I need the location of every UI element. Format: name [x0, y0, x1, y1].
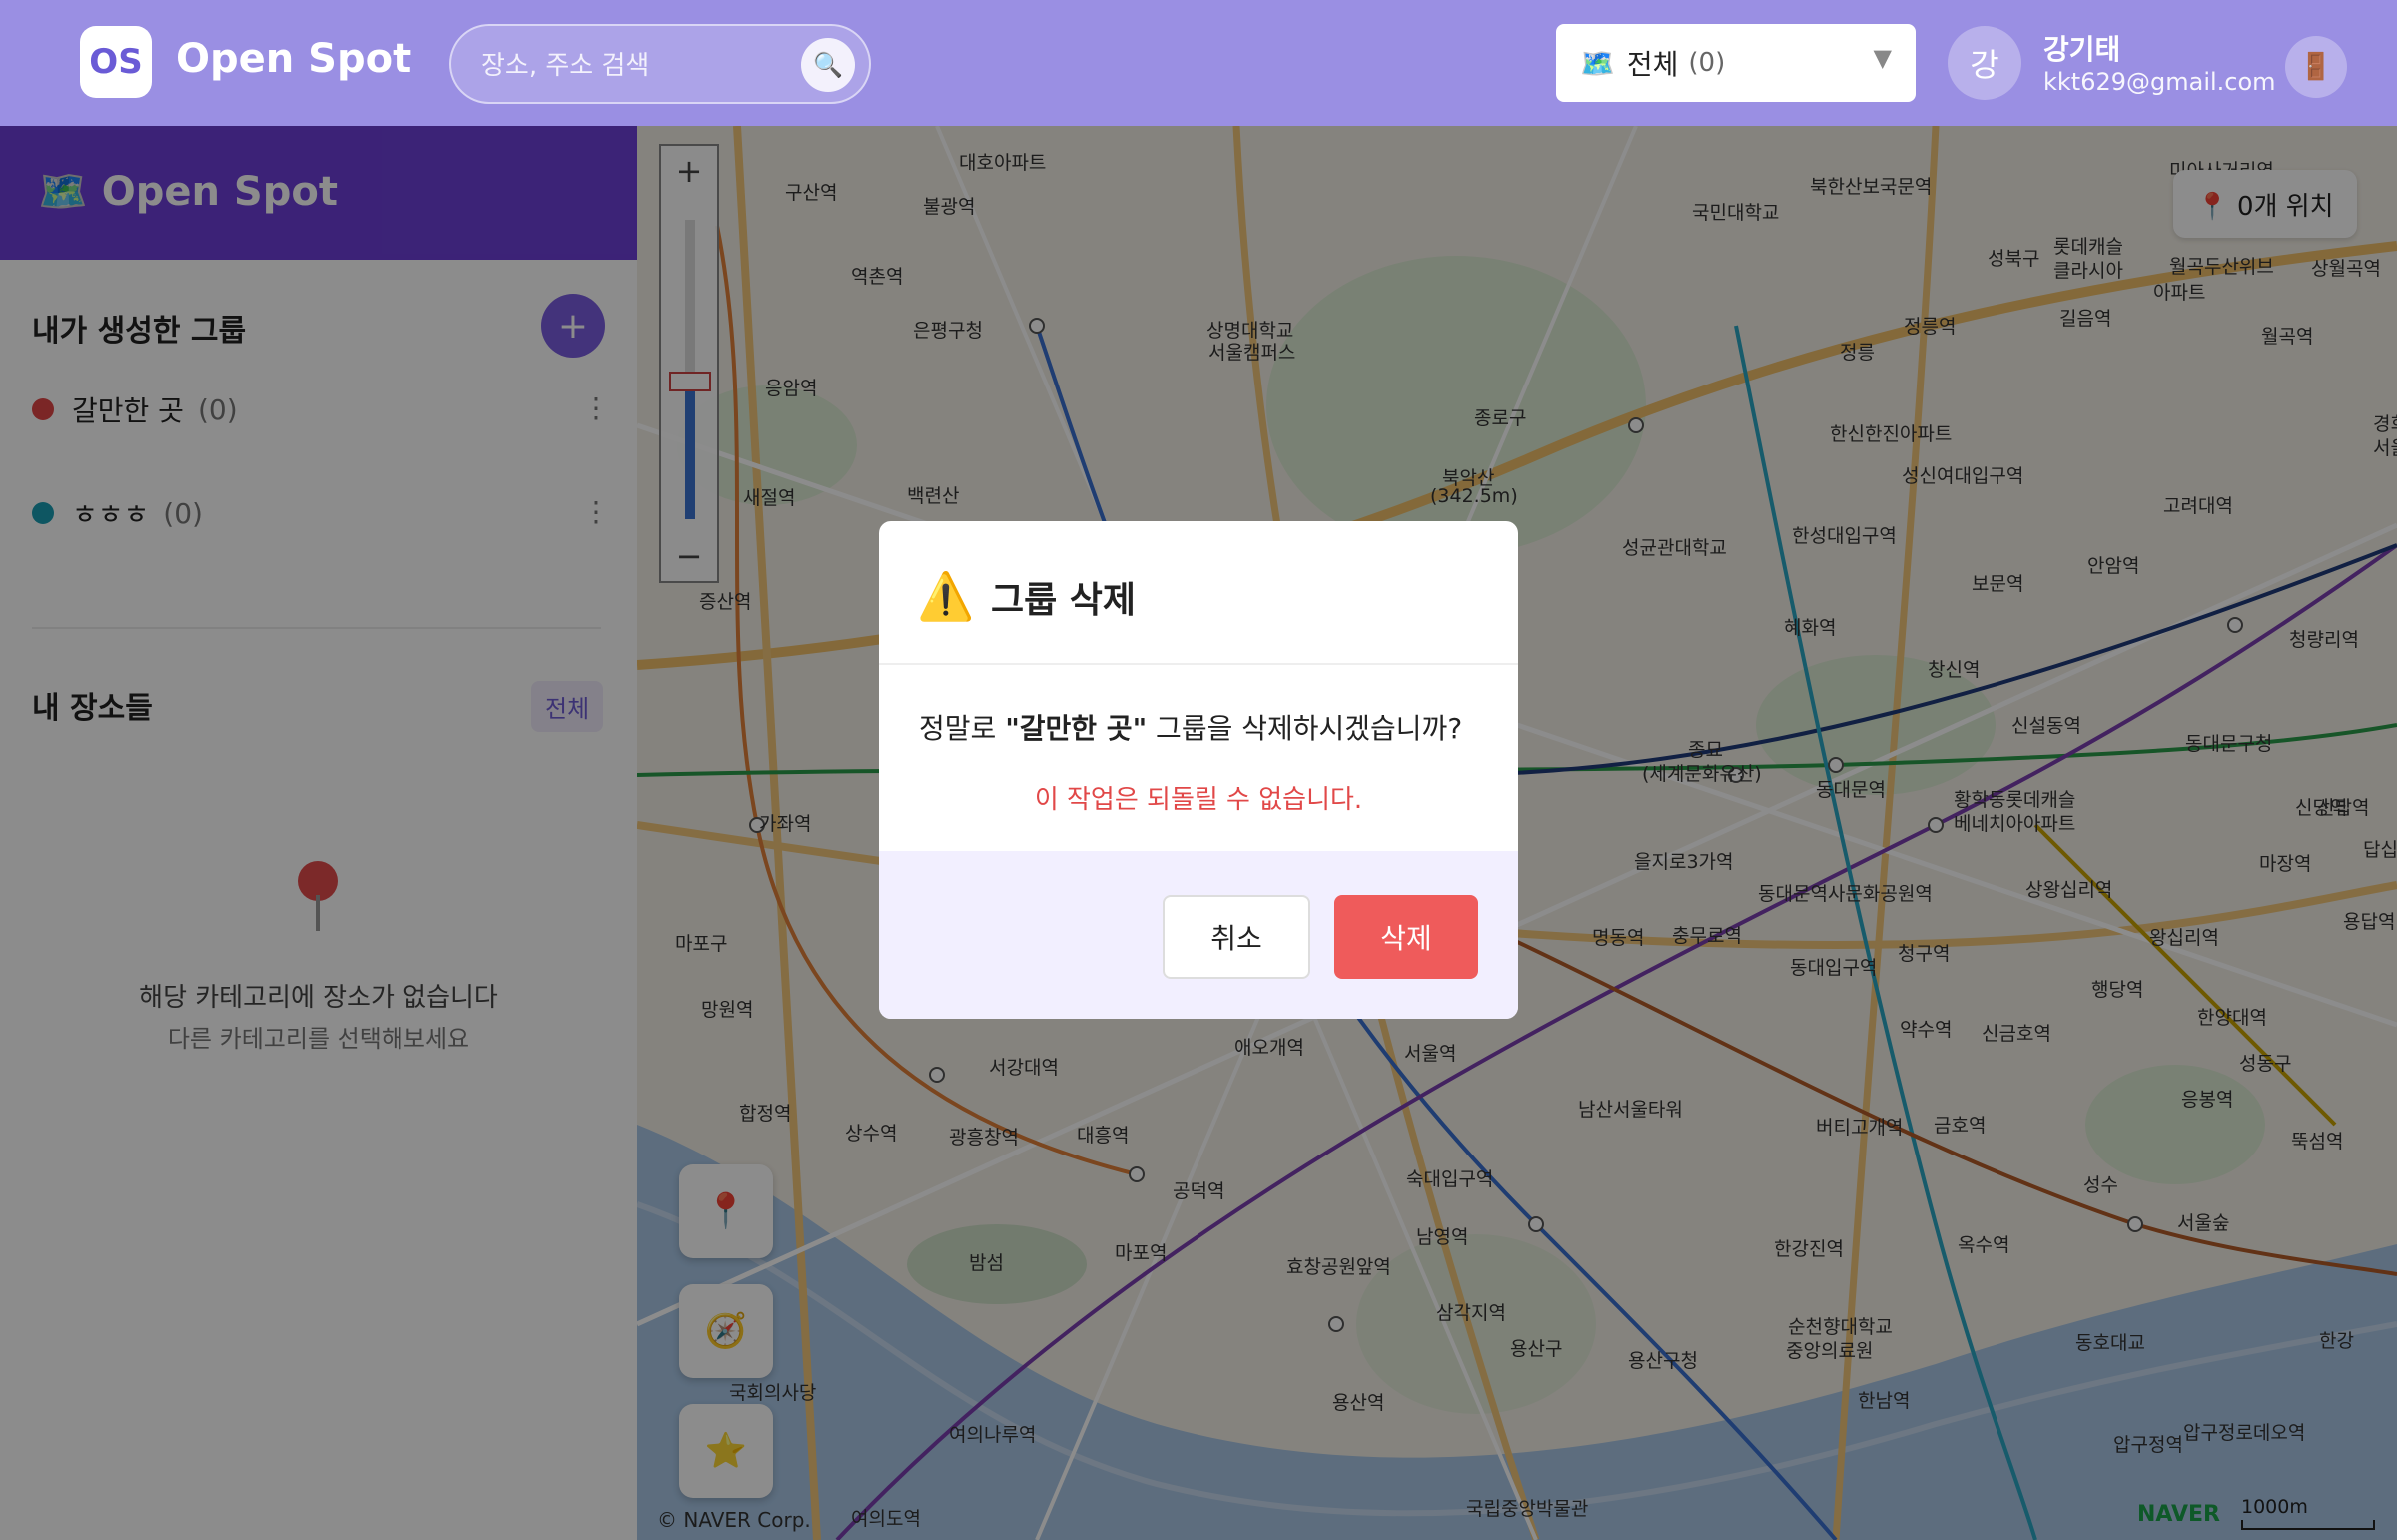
app-name[interactable]: Open Spot: [176, 36, 411, 82]
warning-icon: ⚠️: [917, 569, 975, 623]
group-name-highlight: "갈만한 곳": [1005, 712, 1148, 745]
app-logo-badge[interactable]: OS: [80, 26, 152, 98]
user-name: 강기태: [2043, 33, 2121, 66]
search-bar: 🔍: [449, 24, 871, 104]
avatar[interactable]: 강: [1948, 26, 2021, 100]
dialog-message: 정말로 "갈만한 곳" 그룹을 삭제하시겠습니까?: [919, 707, 1518, 747]
chevron-down-icon: ▼: [1873, 44, 1892, 72]
top-header: OS Open Spot 🔍 🗺️ 전체 (0) ▼ 강 강기태 kkt629@…: [0, 0, 2397, 126]
dialog-footer: 취소 삭제: [879, 851, 1518, 1019]
category-dropdown[interactable]: 🗺️ 전체 (0) ▼: [1556, 24, 1916, 102]
delete-button[interactable]: 삭제: [1334, 895, 1478, 979]
message-suffix: 그룹을 삭제하시겠습니까?: [1147, 712, 1463, 745]
map-icon: 🗺️: [1580, 46, 1615, 80]
category-count: (0): [1688, 48, 1726, 78]
delete-group-dialog: ⚠️ 그룹 삭제 정말로 "갈만한 곳" 그룹을 삭제하시겠습니까? 이 작업은…: [879, 521, 1518, 1019]
category-label: 전체: [1626, 48, 1679, 81]
cancel-button[interactable]: 취소: [1163, 895, 1310, 979]
user-email: kkt629@gmail.com: [2043, 68, 2276, 96]
dialog-header: ⚠️ 그룹 삭제: [879, 521, 1518, 665]
message-prefix: 정말로: [919, 712, 1006, 745]
logout-icon[interactable]: 🚪: [2285, 36, 2347, 98]
search-icon[interactable]: 🔍: [801, 38, 855, 92]
dialog-title: 그룹 삭제: [991, 580, 1137, 621]
search-input[interactable]: [481, 46, 781, 86]
irreversible-warning: 이 작업은 되돌릴 수 없습니다.: [1034, 785, 1363, 815]
